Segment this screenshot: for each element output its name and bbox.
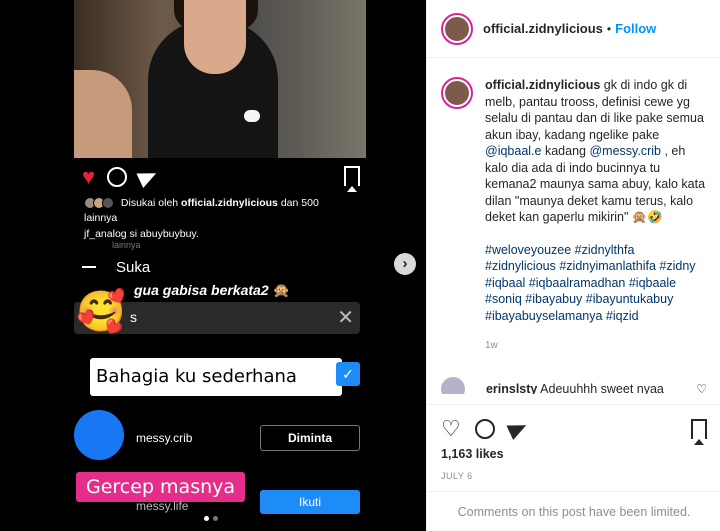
- likes-count[interactable]: 1,163 likes: [441, 447, 504, 461]
- back-arrow-icon: [82, 266, 96, 268]
- screenshot-image: ♥ Disukai oleh official.zidnylicious dan…: [74, 0, 366, 531]
- avatar: [74, 410, 124, 460]
- sticker-gercep: Gercep masnya: [76, 472, 246, 502]
- sheet-title: Suka: [116, 258, 151, 276]
- caption: official.zidnylicious gk di indo gk di m…: [441, 77, 707, 355]
- comment-row: _erinslsty Adeuuhhh sweet nyaa ♡: [441, 377, 707, 394]
- post-age: 1w: [485, 340, 498, 351]
- heart-filled-icon: ♥: [82, 164, 96, 189]
- mention-link[interactable]: @iqbaal.e: [485, 144, 541, 158]
- sticker-bahagia: Bahagia ku sederhana: [90, 358, 342, 396]
- next-arrow-icon[interactable]: ›: [394, 253, 416, 275]
- embedded-ig-actions: ♥ Disukai oleh official.zidnylicious dan…: [74, 158, 366, 250]
- hashtags[interactable]: #weloveyouzee #zidnylthfa #zidnylicious …: [485, 243, 696, 323]
- comment-icon[interactable]: [474, 419, 495, 439]
- carousel-dots: [204, 516, 218, 521]
- caption-username[interactable]: official.zidnylicious: [485, 78, 600, 92]
- heart-icon[interactable]: ♡: [441, 418, 461, 440]
- post-media[interactable]: ♥ Disukai oleh official.zidnylicious dan…: [0, 0, 426, 531]
- follow-button[interactable]: Follow: [615, 21, 656, 36]
- avatar[interactable]: [441, 377, 465, 394]
- requested-button: Diminta: [260, 425, 360, 451]
- header-username[interactable]: official.zidnylicious: [483, 21, 603, 36]
- close-icon: ✕: [337, 307, 354, 329]
- share-icon: [136, 165, 160, 189]
- overlay-caption: gua gabisa berkata2 🙊: [134, 282, 291, 298]
- comment-icon: [107, 167, 128, 187]
- comments-limited-notice: Comments on this post have been limited.: [427, 491, 720, 531]
- likes-sheet: Suka s ✕ gua gabisa berkata2 🙊 🥰 Bahagia …: [74, 250, 366, 531]
- heart-icon[interactable]: ♡: [696, 382, 707, 394]
- comments-section: official.zidnylicious gk di indo gk di m…: [427, 59, 720, 394]
- bookmark-icon[interactable]: [691, 419, 707, 445]
- user-messy-crib: messy.crib: [136, 431, 193, 445]
- mention-link[interactable]: @messy.crib: [589, 144, 661, 158]
- actions-section: ♡ 1,163 likes JULY 6 Comments on this po…: [427, 404, 720, 531]
- comment-username[interactable]: _erinslsty: [479, 382, 537, 394]
- post-header: official.zidnylicious • Follow: [427, 0, 720, 58]
- photo: [74, 0, 366, 158]
- post-sidebar: official.zidnylicious • Follow official.…: [426, 0, 720, 531]
- user-messy-life: messy.life: [136, 499, 189, 513]
- smiling-hearts-emoji: 🥰: [76, 290, 126, 334]
- instagram-post-view: ♥ Disukai oleh official.zidnylicious dan…: [0, 0, 720, 531]
- bookmark-icon: [344, 166, 360, 192]
- post-date: JULY 6: [441, 471, 473, 481]
- liked-by-text: Disukai oleh official.zidnylicious dan 5…: [84, 197, 319, 224]
- share-icon[interactable]: [506, 417, 530, 441]
- avatar[interactable]: [441, 12, 473, 45]
- embedded-caption: jf_analog si abuybuybuy. lainnya: [84, 228, 199, 250]
- check-icon: ✓: [336, 362, 360, 386]
- follow-button-embedded: Ikuti: [260, 490, 360, 514]
- avatar[interactable]: [441, 77, 473, 109]
